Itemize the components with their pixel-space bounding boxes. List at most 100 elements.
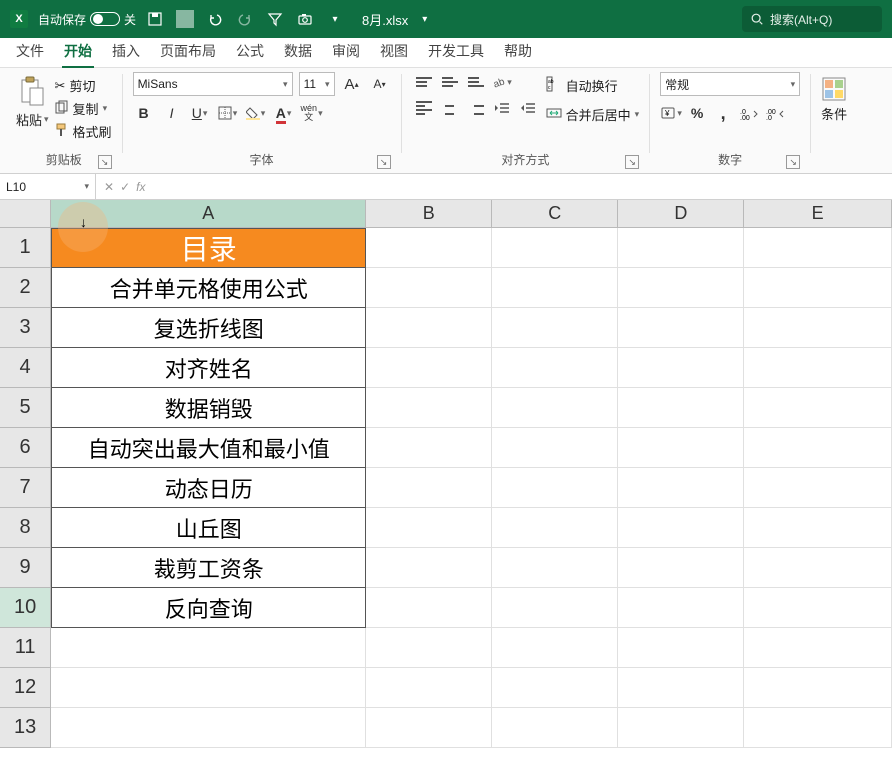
name-box[interactable]: L10 ▾ [0,174,96,200]
row-header[interactable]: 9 [0,548,51,588]
cell[interactable] [492,628,618,668]
cell[interactable] [744,308,892,348]
cell[interactable] [492,708,618,748]
cell[interactable] [492,268,618,308]
cell[interactable] [618,588,744,628]
cell[interactable]: 自动突出最大值和最小值 [51,428,366,468]
redo-icon[interactable] [236,10,254,28]
cell[interactable] [366,708,492,748]
cell[interactable] [366,588,492,628]
autosave-toggle[interactable] [90,12,120,26]
cell[interactable]: 对齐姓名 [51,348,366,388]
cell[interactable] [618,268,744,308]
cell[interactable] [492,548,618,588]
cell[interactable] [744,668,892,708]
comma-format-icon[interactable]: , [712,102,734,124]
cell[interactable]: 合并单元格使用公式 [51,268,366,308]
row-header[interactable]: 5 [0,388,51,428]
tab-page-layout[interactable]: 页面布局 [150,35,226,67]
cell[interactable] [366,308,492,348]
tab-file[interactable]: 文件 [6,35,54,67]
cell[interactable] [744,548,892,588]
cell[interactable] [618,668,744,708]
cell[interactable]: 复选折线图 [51,308,366,348]
col-header-C[interactable]: C [492,200,618,227]
cell[interactable] [744,348,892,388]
align-center-icon[interactable] [438,98,462,118]
cell[interactable] [51,708,366,748]
chevron-down-icon[interactable]: ▾ [44,114,49,125]
cell[interactable] [618,428,744,468]
cell[interactable] [744,588,892,628]
search-box[interactable]: 搜索(Alt+Q) [742,6,882,32]
cell[interactable]: 数据销毁 [51,388,366,428]
decrease-font-icon[interactable]: A▾ [369,73,391,95]
cell[interactable] [744,468,892,508]
fill-color-button[interactable]: ▾ [245,102,267,124]
filter-icon[interactable] [266,10,284,28]
cell[interactable] [618,228,744,268]
tab-review[interactable]: 审阅 [322,35,370,67]
cell[interactable] [366,548,492,588]
cell[interactable] [492,348,618,388]
cell[interactable] [744,388,892,428]
percent-format-icon[interactable]: % [686,102,708,124]
cell[interactable] [744,428,892,468]
cell[interactable] [366,628,492,668]
col-header-D[interactable]: D [618,200,744,227]
enter-icon[interactable]: ✓ [120,180,130,194]
cell[interactable] [492,428,618,468]
conditional-formatting-button[interactable]: 条件 [821,72,847,123]
cell[interactable]: 目录 [51,228,366,268]
tab-help[interactable]: 帮助 [494,35,542,67]
tab-formulas[interactable]: 公式 [226,35,274,67]
cell[interactable] [366,268,492,308]
font-size-combo[interactable]: 11▾ [299,72,335,96]
cell[interactable]: 反向查询 [51,588,366,628]
cell[interactable] [744,708,892,748]
col-header-A[interactable]: A [51,200,366,227]
cell[interactable] [744,508,892,548]
cell[interactable]: 裁剪工资条 [51,548,366,588]
row-header[interactable]: 7 [0,468,51,508]
increase-decimal-icon[interactable]: .0.00 [738,102,760,124]
undo-icon[interactable] [206,10,224,28]
tab-insert[interactable]: 插入 [102,35,150,67]
row-header[interactable]: 4 [0,348,51,388]
cell[interactable] [366,388,492,428]
align-left-icon[interactable] [412,98,436,118]
decrease-decimal-icon[interactable]: .00.0 [764,102,786,124]
cell[interactable] [51,668,366,708]
filename-dropdown-icon[interactable]: ▾ [422,14,427,25]
camera-icon[interactable] [296,10,314,28]
wrap-text-button[interactable]: abc自动换行 [546,76,640,95]
row-header[interactable]: 12 [0,668,51,708]
cell[interactable] [744,228,892,268]
increase-font-icon[interactable]: A▴ [341,73,363,95]
cell[interactable]: 动态日历 [51,468,366,508]
number-launcher-icon[interactable]: ↘ [786,155,800,169]
font-launcher-icon[interactable]: ↘ [377,155,391,169]
cell[interactable] [744,268,892,308]
cell[interactable] [618,508,744,548]
cell[interactable] [366,428,492,468]
alignment-launcher-icon[interactable]: ↘ [625,155,639,169]
tab-view[interactable]: 视图 [370,35,418,67]
cell[interactable]: 山丘图 [51,508,366,548]
copy-button[interactable]: 复制▾ [55,99,112,118]
cell[interactable] [366,508,492,548]
col-header-E[interactable]: E [744,200,892,227]
row-header[interactable]: 13 [0,708,51,748]
autosave-toggle-group[interactable]: 自动保存 关 [38,11,136,28]
bold-button[interactable]: B [133,102,155,124]
decrease-indent-icon[interactable] [490,98,514,118]
cancel-icon[interactable]: ✕ [104,180,114,194]
tab-developer[interactable]: 开发工具 [418,35,494,67]
accounting-format-icon[interactable]: ¥▾ [660,102,682,124]
align-right-icon[interactable] [464,98,488,118]
cell[interactable] [366,228,492,268]
col-header-B[interactable]: B [366,200,492,227]
borders-button[interactable]: ▾ [217,102,239,124]
chevron-down-icon[interactable]: ▾ [84,181,89,192]
qat-more-icon[interactable]: ▾ [326,10,344,28]
